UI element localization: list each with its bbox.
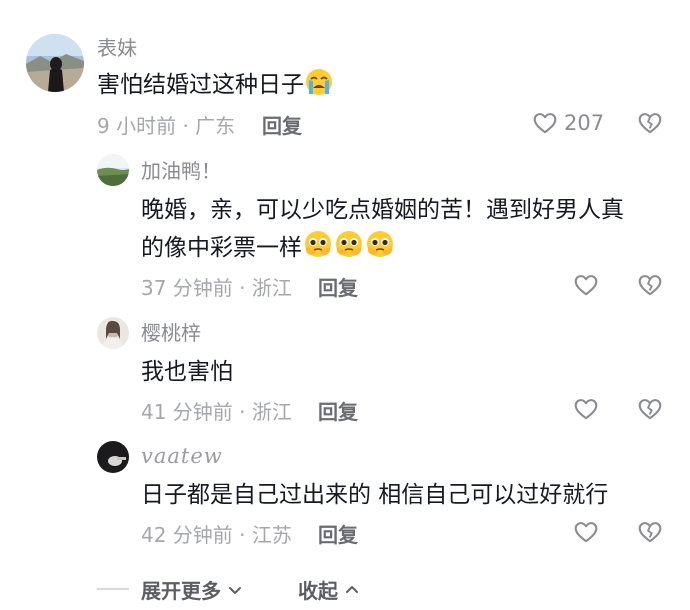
loudly-crying-face-icon xyxy=(305,68,333,108)
collapse-label: 收起 xyxy=(298,579,338,603)
dislike-button[interactable] xyxy=(637,110,663,140)
comment-meta: 9 小时前 · 广东 xyxy=(97,114,236,138)
reply-meta: 41 分钟前 · 浙江 xyxy=(141,400,292,424)
dislike-button[interactable] xyxy=(637,519,663,549)
comment-username[interactable]: 表妹 xyxy=(97,36,137,60)
reply-meta: 37 分钟前 · 浙江 xyxy=(141,276,292,300)
pleading-face-icon xyxy=(303,229,333,271)
heart-icon xyxy=(574,399,598,420)
like-button[interactable]: 207 xyxy=(532,110,604,136)
reply-meta: 42 分钟前 · 江苏 xyxy=(141,523,292,547)
reply-button[interactable]: 回复 xyxy=(262,114,302,138)
avatar[interactable] xyxy=(97,154,129,186)
heart-icon xyxy=(574,275,598,296)
divider xyxy=(97,588,129,590)
like-button[interactable] xyxy=(573,272,599,302)
avatar[interactable] xyxy=(97,317,129,349)
broken-heart-icon xyxy=(638,399,662,420)
avatar-photo xyxy=(26,34,84,92)
expand-more-label: 展开更多 xyxy=(141,579,221,603)
broken-heart-icon xyxy=(638,113,662,134)
dislike-button[interactable] xyxy=(637,272,663,302)
reply-text-line2: 的像中彩票一样 xyxy=(141,229,395,271)
reply-text-line1: 晚婚，亲，可以少吃点婚姻的苦！遇到好男人真 xyxy=(141,197,624,223)
heart-icon xyxy=(533,113,557,134)
avatar-photo xyxy=(97,154,129,186)
broken-heart-icon xyxy=(638,275,662,296)
reply-button[interactable]: 回复 xyxy=(318,523,358,547)
dislike-button[interactable] xyxy=(637,396,663,426)
reply-text: 日子都是自己过出来的 相信自己可以过好就行 xyxy=(141,482,609,508)
chevron-up-icon xyxy=(346,585,358,593)
reply-username[interactable]: 加油鸭！ xyxy=(141,159,221,183)
reply-button[interactable]: 回复 xyxy=(318,400,358,424)
reply-username[interactable]: 樱桃梓 xyxy=(141,321,201,345)
like-button[interactable] xyxy=(573,396,599,426)
reply-button[interactable]: 回复 xyxy=(318,276,358,300)
broken-heart-icon xyxy=(638,522,662,543)
like-count: 207 xyxy=(564,111,605,135)
comment-text: 害怕结婚过这种日子 xyxy=(97,66,333,108)
reply-text: 我也害怕 xyxy=(141,359,233,385)
avatar[interactable] xyxy=(26,34,84,92)
reply-username[interactable]: vaatew xyxy=(141,444,223,468)
pleading-face-icon xyxy=(334,229,364,271)
avatar-photo xyxy=(97,441,129,473)
expand-more-button[interactable]: 展开更多 xyxy=(141,575,243,604)
avatar[interactable] xyxy=(97,441,129,473)
avatar-photo xyxy=(97,317,129,349)
reply-body: 的像中彩票一样 xyxy=(141,235,302,261)
chevron-down-icon xyxy=(229,586,241,594)
pleading-face-icon xyxy=(365,229,395,271)
heart-icon xyxy=(574,522,598,543)
collapse-button[interactable]: 收起 xyxy=(298,575,360,604)
comment-body: 害怕结婚过这种日子 xyxy=(97,72,304,98)
like-button[interactable] xyxy=(573,519,599,549)
